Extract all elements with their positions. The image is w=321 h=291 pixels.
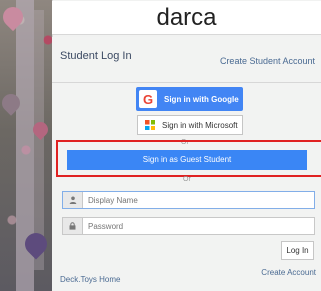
- create-student-account-link[interactable]: Create Student Account: [220, 56, 315, 66]
- panel-heading: Student Log In: [60, 50, 132, 62]
- or-separator: Or: [183, 176, 191, 183]
- guest-signin-button[interactable]: Sign in as Guest Student: [67, 150, 307, 170]
- display-name-input[interactable]: [83, 192, 314, 208]
- microsoft-icon: [145, 120, 155, 130]
- home-link[interactable]: Deck.Toys Home: [60, 275, 120, 284]
- create-account-link[interactable]: Create Account: [261, 268, 316, 277]
- microsoft-signin-button[interactable]: Sign in with Microsoft: [137, 115, 243, 135]
- login-button[interactable]: Log In: [281, 241, 314, 260]
- password-input[interactable]: [83, 218, 314, 234]
- password-field: [62, 217, 315, 235]
- microsoft-button-label: Sign in with Microsoft: [162, 120, 238, 130]
- google-icon: G: [139, 90, 157, 108]
- display-name-field: [62, 191, 315, 209]
- user-icon: [63, 192, 83, 208]
- lock-icon: [63, 218, 83, 234]
- google-button-label: Sign in with Google: [164, 94, 239, 104]
- panel-divider: [52, 82, 321, 83]
- map-path: [34, 10, 44, 270]
- google-signin-button[interactable]: G Sign in with Google: [136, 87, 243, 111]
- page-title: darca: [52, 1, 321, 35]
